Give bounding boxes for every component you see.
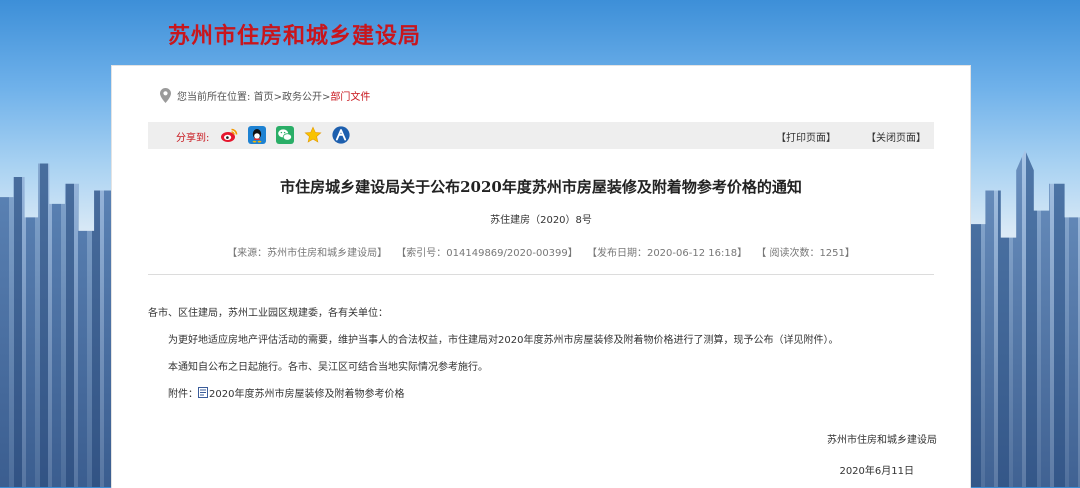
location-pin-icon (160, 88, 171, 103)
attachment-line: 附件： 2020年度苏州市房屋装修及附着物参考价格 (148, 381, 948, 408)
paragraph-2: 本通知自公布之日起施行。各市、吴江区可结合当地实际情况参考施行。 (168, 362, 488, 373)
city-skyline-left (0, 163, 112, 487)
weibo-icon[interactable] (220, 126, 238, 144)
attachment-label: 附件： (168, 389, 198, 400)
breadcrumb-home-link[interactable]: 首页 (254, 92, 274, 103)
meta-index: 【索引号：014149869/2020-00399】 (396, 248, 578, 259)
share-label: 分享到: (176, 133, 210, 144)
document-body: 各市、区住建局，苏州工业园区规建委，各有关单位： 为更好地适应房地产评估活动的需… (148, 300, 948, 408)
salutation: 各市、区住建局，苏州工业园区规建委，各有关单位： (148, 308, 388, 319)
share-toolbar: 分享到: 【打印页面】 【关闭页面】 (148, 122, 934, 149)
signature-block: 苏州市住房和城乡建设局 2020年6月11日 (827, 431, 937, 477)
divider (148, 274, 934, 275)
signature-org: 苏州市住房和城乡建设局 (827, 435, 937, 446)
attachment-link[interactable]: 2020年度苏州市房屋装修及附着物参考价格 (209, 389, 404, 400)
breadcrumb-current-link[interactable]: 部门文件 (330, 92, 370, 103)
meta-source: 【来源：苏州市住房和城乡建设局】 (227, 248, 388, 259)
city-skyline-right (970, 150, 1080, 487)
signature-date: 2020年6月11日 (839, 466, 914, 477)
site-title: 苏州市住房和城乡建设局 (168, 23, 422, 49)
file-icon (198, 387, 208, 398)
meta-views: 【 阅读次数：1251】 (756, 248, 855, 259)
paragraph-1: 为更好地适应房地产评估活动的需要，维护当事人的合法权益，市住建局对2020年度苏… (168, 335, 839, 346)
qzone-star-icon[interactable] (304, 126, 322, 144)
document-meta: 【来源：苏州市住房和城乡建设局】 【索引号：014149869/2020-003… (112, 244, 970, 259)
qq-icon[interactable] (248, 126, 266, 144)
wechat-icon[interactable] (276, 126, 294, 144)
breadcrumb-label: 您当前所在位置: (177, 92, 251, 103)
breadcrumb: 您当前所在位置: 首页>政务公开>部门文件 (160, 88, 370, 103)
content-panel: 您当前所在位置: 首页>政务公开>部门文件 分享到: 【打印页面】 【关闭页面】… (111, 65, 971, 488)
print-page-button[interactable]: 【打印页面】 (776, 129, 836, 144)
breadcrumb-separator: > (273, 92, 282, 103)
share-icons (220, 126, 350, 144)
close-page-button[interactable]: 【关闭页面】 (866, 129, 926, 144)
document-number: 苏住建房（2020）8号 (490, 215, 592, 226)
breadcrumb-section-link[interactable]: 政务公开 (282, 92, 322, 103)
renren-icon[interactable] (332, 126, 350, 144)
document-title: 市住房城乡建设局关于公布2020年度苏州市房屋装修及附着物参考价格的通知 (280, 178, 802, 196)
meta-date: 【发布日期：2020-06-12 16:18】 (586, 248, 748, 259)
